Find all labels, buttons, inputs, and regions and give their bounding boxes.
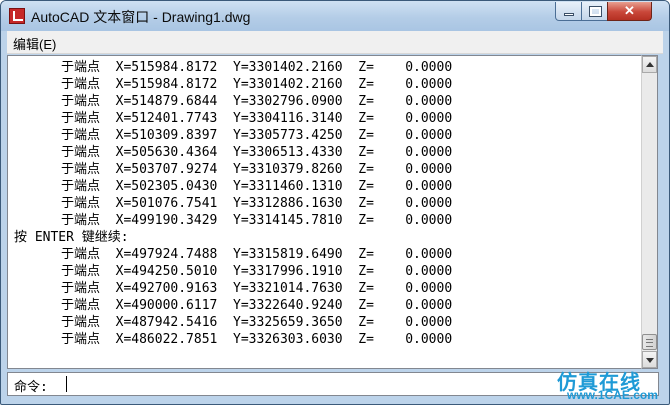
- text-line: 于端点 X=510309.8397 Y=3305773.4250 Z= 0.00…: [14, 128, 453, 143]
- text-line: 于端点 X=497924.7488 Y=3315819.6490 Z= 0.00…: [14, 247, 453, 262]
- text-history-lines: 于端点 X=515984.8172 Y=3301402.2160 Z= 0.00…: [14, 59, 452, 348]
- autocad-text-window: AutoCAD 文本窗口 - Drawing1.dwg ✕ 编辑(E) 于端点 …: [0, 0, 670, 405]
- text-line: 于端点 X=501076.7541 Y=3312886.1630 Z= 0.00…: [14, 196, 453, 211]
- command-prompt-label: 命令:: [14, 380, 48, 395]
- text-line: 于端点 X=487942.5416 Y=3325659.3650 Z= 0.00…: [14, 315, 453, 330]
- title-bar[interactable]: AutoCAD 文本窗口 - Drawing1.dwg ✕: [1, 1, 669, 31]
- maximize-button[interactable]: [581, 2, 608, 21]
- menu-edit[interactable]: 编辑(E): [13, 34, 56, 53]
- close-icon: ✕: [624, 3, 635, 18]
- watermark-logo: 仿真在线 www.1CAE.com: [549, 366, 667, 402]
- minimize-button[interactable]: [555, 2, 582, 21]
- text-line: 于端点 X=503707.9274 Y=3310379.8260 Z= 0.00…: [14, 162, 453, 177]
- text-line: 于端点 X=499190.3429 Y=3314145.7810 Z= 0.00…: [14, 213, 453, 228]
- text-line: 于端点 X=514879.6844 Y=3302796.0900 Z= 0.00…: [14, 94, 453, 109]
- scroll-up-button[interactable]: [642, 56, 657, 73]
- text-line: 于端点 X=512401.7743 Y=3304116.3140 Z= 0.00…: [14, 111, 453, 126]
- autocad-app-icon[interactable]: [9, 8, 25, 24]
- text-line: 于端点 X=486022.7851 Y=3326303.6030 Z= 0.00…: [14, 332, 453, 347]
- minimize-icon: [564, 13, 574, 16]
- vertical-scrollbar[interactable]: [641, 55, 658, 369]
- maximize-icon: [589, 6, 602, 17]
- text-line: 于端点 X=515984.8172 Y=3301402.2160 Z= 0.00…: [14, 60, 453, 75]
- text-history-area[interactable]: 于端点 X=515984.8172 Y=3301402.2160 Z= 0.00…: [7, 55, 642, 369]
- close-button[interactable]: ✕: [607, 2, 652, 21]
- scrollbar-thumb[interactable]: [642, 334, 657, 350]
- arrow-down-icon: [646, 358, 654, 363]
- menu-bar: 编辑(E): [7, 31, 663, 54]
- text-line: 于端点 X=492700.9163 Y=3321014.7630 Z= 0.00…: [14, 281, 453, 296]
- enter-continue-prompt: 按 ENTER 键继续:: [14, 230, 129, 245]
- command-input[interactable]: [66, 375, 486, 393]
- window-title: AutoCAD 文本窗口 - Drawing1.dwg: [31, 9, 251, 25]
- arrow-up-icon: [646, 62, 654, 67]
- text-line: 于端点 X=490000.6117 Y=3322640.9240 Z= 0.00…: [14, 298, 453, 313]
- text-line: 于端点 X=502305.0430 Y=3311460.1310 Z= 0.00…: [14, 179, 453, 194]
- text-line: 于端点 X=505630.4364 Y=3306513.4330 Z= 0.00…: [14, 145, 453, 160]
- text-line: 于端点 X=494250.5010 Y=3317996.1910 Z= 0.00…: [14, 264, 453, 279]
- text-line: 于端点 X=515984.8172 Y=3301402.2160 Z= 0.00…: [14, 77, 453, 92]
- text-caret: [66, 376, 67, 392]
- watermark-url: www.1CAE.com: [567, 388, 658, 402]
